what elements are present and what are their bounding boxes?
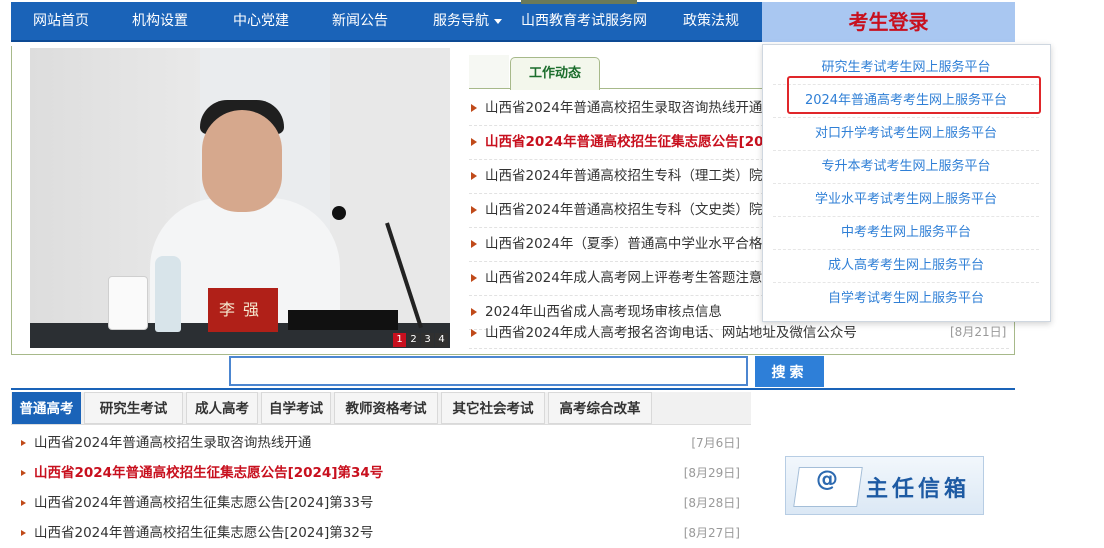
news-item[interactable]: 山西省2024年普通高校招生录取咨询热线开通	[469, 92, 769, 126]
director-mailbox-label: 主任信箱	[866, 477, 971, 502]
bullet-arrow-icon	[21, 530, 26, 536]
news-list: 山西省2024年普通高校招生录取咨询热线开通 山西省2024年普通高校招生征集志…	[469, 92, 769, 330]
bullet-arrow-icon	[471, 240, 477, 248]
search-input[interactable]	[229, 356, 748, 386]
news-item[interactable]: 山西省2024年普通高校招生征集志愿公告[2024]第34号	[469, 126, 769, 160]
slideshow-pager: 1 2 3 4	[392, 333, 448, 347]
highlight-box	[787, 76, 1041, 114]
menu-item-adult-exam[interactable]: 成人高考考生网上服务平台	[773, 249, 1039, 283]
list-item-title: 山西省2024年普通高校招生征集志愿公告[2024]第34号	[34, 465, 384, 481]
list-item-date: [8月28日]	[683, 496, 740, 510]
news-item[interactable]: 山西省2024年成人高考网上评卷考生答题注意事项	[469, 262, 769, 296]
nav-exam-service-site[interactable]: 山西教育考试服务网	[521, 2, 647, 40]
search-button[interactable]: 搜索	[755, 356, 824, 387]
bullet-arrow-icon	[471, 138, 477, 146]
tab-graduate-exam[interactable]: 研究生考试	[84, 392, 183, 424]
photo-microphone-head	[332, 206, 346, 220]
news-item-title: 山西省2024年成人高考报名咨询电话、网站地址及微信公众号	[485, 325, 857, 341]
list-item[interactable]: 山西省2024年普通高校招生征集志愿公告[2024]第32号 [8月27日]	[18, 518, 740, 548]
nav-policy[interactable]: 政策法规	[683, 2, 739, 40]
list-item[interactable]: 山西省2024年普通高校招生征集志愿公告[2024]第34号 [8月29日]	[18, 458, 740, 488]
list-item-title: 山西省2024年普通高校招生征集志愿公告[2024]第33号	[34, 495, 374, 511]
list-item-date: [8月29日]	[683, 466, 740, 480]
bullet-arrow-icon	[471, 274, 477, 282]
bullet-arrow-icon	[471, 104, 477, 112]
chevron-down-icon	[494, 18, 502, 24]
tab-other-exams[interactable]: 其它社会考试	[441, 392, 545, 424]
photo-bottle	[155, 256, 181, 332]
news-item-title: 山西省2024年普通高校招生专科（理工类）院校录取最低分数线	[485, 168, 769, 184]
nav-organization[interactable]: 机构设置	[132, 2, 188, 40]
news-item-title: 山西省2024年普通高校招生录取咨询热线开通	[485, 100, 763, 116]
bullet-arrow-icon	[21, 470, 26, 476]
news-item-title: 山西省2024年普通高校招生征集志愿公告[2024]第34号	[485, 134, 769, 150]
bullet-arrow-icon	[471, 206, 477, 214]
menu-item-vocational-admission[interactable]: 对口升学考试考生网上服务平台	[773, 117, 1039, 151]
news-tab-bar-shade	[469, 55, 509, 88]
menu-item-academic-proficiency[interactable]: 学业水平考试考生网上服务平台	[773, 183, 1039, 217]
menu-item-upgrade-bachelor[interactable]: 专升本考试考生网上服务平台	[773, 150, 1039, 184]
bullet-arrow-icon	[21, 440, 26, 446]
list-item[interactable]: 山西省2024年普通高校招生征集志愿公告[2024]第33号 [8月28日]	[18, 488, 740, 518]
at-sign-icon: @	[816, 467, 838, 492]
news-item[interactable]: 山西省2024年普通高校招生专科（文史类）院校录取最低分数线	[469, 194, 769, 228]
list-item-date: [8月27日]	[683, 526, 740, 540]
photo-cup	[108, 276, 148, 330]
bullet-arrow-icon	[471, 329, 477, 337]
photo-background-right	[330, 48, 450, 348]
nav-news[interactable]: 新闻公告	[332, 2, 388, 40]
news-item[interactable]: 山西省2024年普通高校招生专科（理工类）院校录取最低分数线	[469, 160, 769, 194]
photo-nameplate: 李强	[208, 288, 278, 332]
nav-service-guide-label: 服务导航	[433, 13, 489, 29]
section-divider	[11, 388, 1015, 390]
news-item-title: 山西省2024年成人高考网上评卷考生答题注意事项	[485, 270, 769, 286]
director-mailbox-button[interactable]: @ 主任信箱	[785, 456, 984, 515]
tab-adult-exam[interactable]: 成人高考	[186, 392, 258, 424]
exam-category-tabs: 普通高考 研究生考试 成人高考 自学考试 教师资格考试 其它社会考试 高考综合改…	[11, 392, 751, 425]
tab-self-study-exam[interactable]: 自学考试	[261, 392, 331, 424]
slideshow-page-1[interactable]: 1	[393, 333, 406, 347]
slideshow-page-2[interactable]: 2	[407, 333, 420, 347]
menu-item-zhongkao[interactable]: 中考考生网上服务平台	[773, 216, 1039, 250]
news-item-title: 山西省2024年（夏季）普通高中学业水平合格性考试	[485, 236, 769, 252]
slideshow-page-4[interactable]: 4	[435, 333, 448, 347]
candidate-login-button[interactable]: 考生登录	[762, 2, 1015, 42]
photo-microphone-base	[288, 310, 398, 330]
bullet-arrow-icon	[21, 500, 26, 506]
bullet-arrow-icon	[471, 172, 477, 180]
photo-person-face	[202, 110, 282, 212]
nav-party-building[interactable]: 中心党建	[233, 2, 289, 40]
slideshow-page-3[interactable]: 3	[421, 333, 434, 347]
list-item-date: [7月6日]	[691, 436, 740, 450]
list-item[interactable]: 山西省2024年普通高校招生录取咨询热线开通 [7月6日]	[18, 428, 740, 458]
exam-news-list: 山西省2024年普通高校招生录取咨询热线开通 [7月6日] 山西省2024年普通高…	[18, 428, 740, 548]
news-item[interactable]: 山西省2024年（夏季）普通高中学业水平合格性考试	[469, 228, 769, 262]
main-nav: 网站首页 机构设置 中心党建 新闻公告 服务导航 山西教育考试服务网 政策法规	[11, 2, 762, 42]
bullet-arrow-icon	[471, 308, 477, 316]
list-item-title: 山西省2024年普通高校招生征集志愿公告[2024]第32号	[34, 525, 374, 541]
tab-teacher-cert[interactable]: 教师资格考试	[334, 392, 438, 424]
news-item-title: 山西省2024年普通高校招生专科（文史类）院校录取最低分数线	[485, 202, 769, 218]
nav-home[interactable]: 网站首页	[33, 2, 89, 40]
menu-item-self-study-exam[interactable]: 自学考试考生网上服务平台	[773, 282, 1039, 315]
tab-work-news[interactable]: 工作动态	[510, 57, 600, 90]
nav-service-guide[interactable]: 服务导航	[433, 2, 502, 40]
nav-image-strip	[521, 0, 637, 4]
slideshow-image[interactable]: 李强	[30, 48, 450, 348]
tab-gaokao[interactable]: 普通高考	[12, 392, 81, 424]
list-item-title: 山西省2024年普通高校招生录取咨询热线开通	[34, 435, 312, 451]
tab-gaokao-reform[interactable]: 高考综合改革	[548, 392, 652, 424]
